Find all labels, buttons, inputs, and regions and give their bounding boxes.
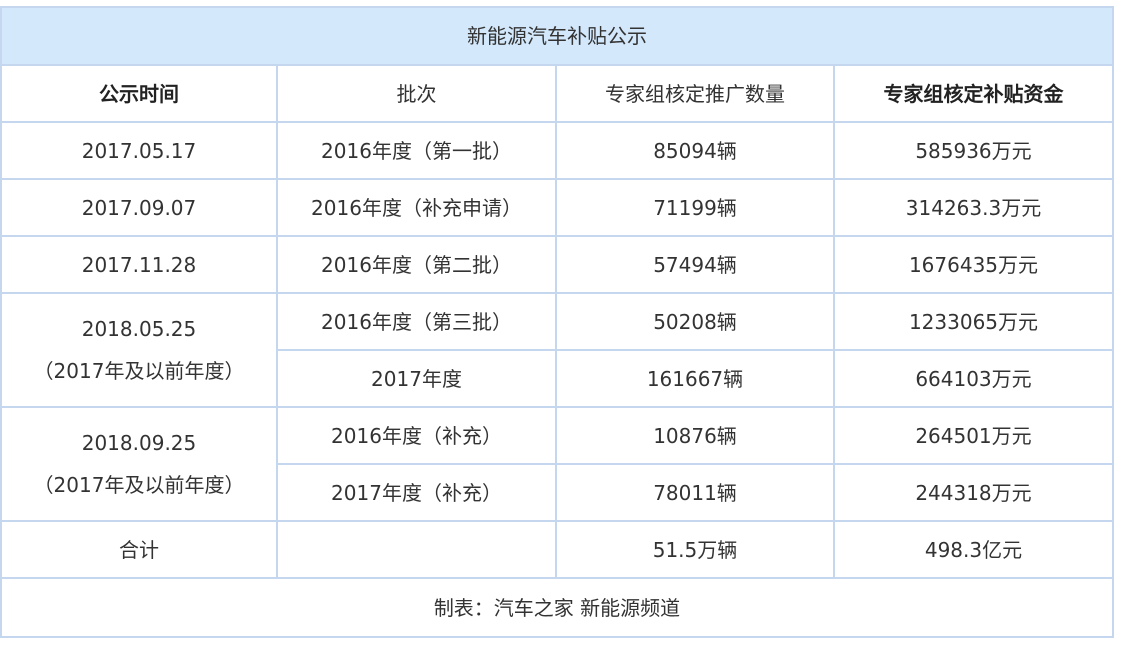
batch-cell: 2016年度（补充） — [276, 406, 557, 465]
quantity-cell: 10876辆 — [555, 406, 835, 465]
funds-cell: 664103万元 — [833, 349, 1114, 408]
table-wrapper: 新能源汽车补贴公示 公示时间 批次 专家组核定推广数量 专家组核定补贴资金 20… — [0, 6, 1114, 638]
date-cell: 2017.05.17 — [0, 121, 278, 180]
funds-cell: 585936万元 — [833, 121, 1114, 180]
batch-cell: 2017年度（补充） — [276, 463, 557, 522]
table-row: 2017.11.28 2016年度（第二批） 57494辆 1676435万元 — [0, 235, 1114, 294]
header-quantity: 专家组核定推广数量 — [555, 64, 835, 123]
date-cell: 2018.05.25 （2017年及以前年度） — [0, 292, 278, 408]
table-row: 2018.05.25 （2017年及以前年度） 2016年度（第三批） 5020… — [0, 292, 1114, 408]
batch-cell: 2016年度（补充申请） — [276, 178, 557, 237]
header-batch: 批次 — [276, 64, 557, 123]
funds-cell: 1233065万元 — [833, 292, 1114, 351]
total-quantity: 51.5万辆 — [555, 520, 835, 579]
total-funds: 498.3亿元 — [833, 520, 1114, 579]
date-note: （2017年及以前年度） — [33, 473, 245, 497]
total-row: 合计 51.5万辆 498.3亿元 — [0, 520, 1114, 579]
subsidy-table: 新能源汽车补贴公示 公示时间 批次 专家组核定推广数量 专家组核定补贴资金 20… — [0, 6, 1114, 638]
quantity-cell: 57494辆 — [555, 235, 835, 294]
footer-row: 制表：汽车之家 新能源频道 — [0, 577, 1114, 638]
batch-cell: 2016年度（第一批） — [276, 121, 557, 180]
table-title: 新能源汽车补贴公示 — [0, 6, 1114, 66]
funds-cell: 314263.3万元 — [833, 178, 1114, 237]
quantity-cell: 78011辆 — [555, 463, 835, 522]
total-batch — [276, 520, 557, 579]
batch-cell: 2016年度（第二批） — [276, 235, 557, 294]
table-footer: 制表：汽车之家 新能源频道 — [0, 577, 1114, 638]
quantity-cell: 85094辆 — [555, 121, 835, 180]
funds-cell: 1676435万元 — [833, 235, 1114, 294]
date-cell: 2018.09.25 （2017年及以前年度） — [0, 406, 278, 522]
batch-cell: 2016年度（第三批） — [276, 292, 557, 351]
table-row: 2017.09.07 2016年度（补充申请） 71199辆 314263.3万… — [0, 178, 1114, 237]
date-cell: 2017.09.07 — [0, 178, 278, 237]
header-funds: 专家组核定补贴资金 — [833, 64, 1114, 123]
quantity-cell: 71199辆 — [555, 178, 835, 237]
date-line: 2018.05.25 — [81, 317, 197, 341]
quantity-cell: 50208辆 — [555, 292, 835, 351]
date-line: 2018.09.25 — [81, 431, 197, 455]
batch-cell: 2017年度 — [276, 349, 557, 408]
date-cell: 2017.11.28 — [0, 235, 278, 294]
total-label: 合计 — [0, 520, 278, 579]
table-row: 2018.09.25 （2017年及以前年度） 2016年度（补充） 10876… — [0, 406, 1114, 522]
quantity-cell: 161667辆 — [555, 349, 835, 408]
table-row: 2017.05.17 2016年度（第一批） 85094辆 585936万元 — [0, 121, 1114, 180]
title-row: 新能源汽车补贴公示 — [0, 6, 1114, 66]
header-date: 公示时间 — [0, 64, 278, 123]
funds-cell: 244318万元 — [833, 463, 1114, 522]
date-note: （2017年及以前年度） — [33, 359, 245, 383]
funds-cell: 264501万元 — [833, 406, 1114, 465]
header-row: 公示时间 批次 专家组核定推广数量 专家组核定补贴资金 — [0, 64, 1114, 123]
